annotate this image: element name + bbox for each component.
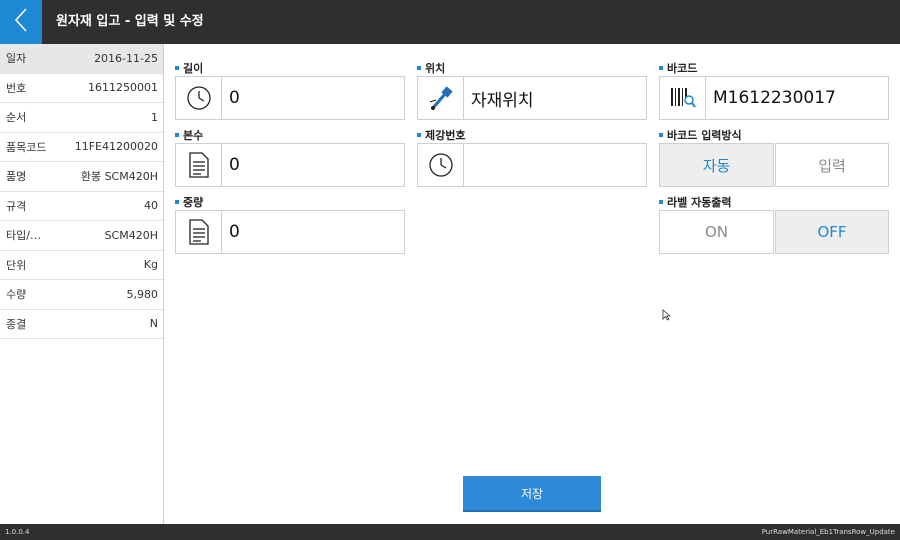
- clock-icon: [176, 77, 222, 119]
- label-print-off-button[interactable]: OFF: [775, 210, 889, 254]
- count-field[interactable]: 0: [175, 143, 405, 187]
- sidebar-value: N: [149, 317, 158, 331]
- steel-no-value: [464, 144, 646, 186]
- sidebar-value: 1: [151, 110, 158, 124]
- location-field[interactable]: 자재위치: [417, 76, 647, 120]
- sidebar-label: 규격: [6, 199, 27, 213]
- label-print-on-button[interactable]: ON: [659, 210, 774, 254]
- barcode-label-text: 바코드: [667, 62, 698, 75]
- sidebar-label: 순서: [6, 111, 27, 125]
- label-auto-print-label-text: 라벨 자동출력: [667, 196, 732, 209]
- page-title: 원자재 입고 - 입력 및 수정: [56, 14, 204, 29]
- sidebar-value: 2016-11-25: [94, 51, 158, 65]
- mouse-cursor-icon: [662, 306, 672, 325]
- label-auto-print-label: 라벨 자동출력: [659, 194, 732, 210]
- document-icon: [176, 211, 222, 253]
- location-label: 위치: [417, 60, 445, 76]
- sidebar-label: 품명: [6, 170, 27, 184]
- screen-id-text: PurRawMaterial_Eb1TransRow_Update: [761, 528, 895, 536]
- weight-label-text: 중량: [183, 196, 204, 209]
- clock-icon: [418, 144, 464, 186]
- sidebar-value: 환봉 SCM420H: [80, 170, 158, 184]
- location-label-text: 위치: [425, 62, 446, 75]
- barcode-mode-auto-button[interactable]: 자동: [659, 143, 774, 187]
- barcode-value: M1612230017: [713, 88, 836, 108]
- bullet-square-icon: [175, 133, 179, 137]
- count-label-text: 본수: [183, 129, 204, 142]
- sidebar-row-date: 일자 2016-11-25: [0, 44, 163, 74]
- bullet-square-icon: [659, 133, 663, 137]
- length-label-text: 길이: [183, 62, 204, 75]
- sidebar-row-type: 타입/… SCM420H: [0, 221, 163, 251]
- document-icon: [176, 144, 222, 186]
- entry-form: 길이 0 위치 자재위치 바코드 M1612230017 본수 0 제강번호 바…: [165, 44, 900, 524]
- weight-value: 0: [229, 222, 240, 242]
- bullet-square-icon: [175, 200, 179, 204]
- sidebar-label: 번호: [6, 81, 27, 95]
- bullet-square-icon: [659, 200, 663, 204]
- sidebar-label: 품목코드: [6, 140, 47, 154]
- sidebar-row-item-code: 품목코드 11FE41200020: [0, 133, 163, 162]
- drill-icon: [418, 77, 464, 119]
- length-field[interactable]: 0: [175, 76, 405, 120]
- sidebar-label: 단위: [6, 258, 27, 272]
- sidebar-value: 1611250001: [88, 81, 158, 95]
- sidebar-row-unit: 단위 Kg: [0, 251, 163, 280]
- sidebar-row-order: 순서 1: [0, 103, 163, 133]
- steel-no-field[interactable]: [417, 143, 647, 187]
- steel-no-label-text: 제강번호: [425, 129, 466, 142]
- sidebar-value: 5,980: [126, 287, 159, 301]
- sidebar-row-number: 번호 1611250001: [0, 74, 163, 103]
- back-button[interactable]: [0, 0, 42, 44]
- steel-no-label: 제강번호: [417, 127, 465, 143]
- location-value: 자재위치: [471, 90, 534, 111]
- sidebar-row-item-name: 품명 환봉 SCM420H: [0, 162, 163, 192]
- version-text: 1.0.0.4: [5, 528, 30, 536]
- sidebar-label: 종결: [6, 317, 27, 331]
- count-label: 본수: [175, 127, 203, 143]
- sidebar-label: 수량: [6, 288, 27, 302]
- sidebar-row-closed: 종결 N: [0, 310, 163, 339]
- save-button[interactable]: 저장: [463, 476, 601, 512]
- bullet-square-icon: [417, 66, 421, 70]
- sidebar-value: 11FE41200020: [74, 140, 158, 154]
- sidebar-row-spec: 규격 40: [0, 192, 163, 221]
- sidebar-value: SCM420H: [104, 228, 158, 242]
- length-value: 0: [229, 88, 240, 108]
- sidebar-row-quantity: 수량 5,980: [0, 280, 163, 310]
- chevron-left-icon: [14, 7, 28, 37]
- bullet-square-icon: [659, 66, 663, 70]
- barcode-mode-manual-button[interactable]: 입력: [775, 143, 889, 187]
- barcode-scan-icon: [660, 77, 706, 119]
- sidebar-label: 일자: [6, 52, 27, 66]
- bullet-square-icon: [175, 66, 179, 70]
- sidebar-value: 40: [144, 199, 158, 213]
- item-detail-sidebar: 일자 2016-11-25 번호 1611250001 순서 1 품목코드 11…: [0, 44, 164, 524]
- weight-field[interactable]: 0: [175, 210, 405, 254]
- header-bar: 원자재 입고 - 입력 및 수정: [0, 0, 900, 44]
- barcode-label: 바코드: [659, 60, 697, 76]
- barcode-mode-label-text: 바코드 입력방식: [667, 129, 742, 142]
- count-value: 0: [229, 155, 240, 175]
- barcode-field[interactable]: M1612230017: [659, 76, 889, 120]
- weight-label: 중량: [175, 194, 203, 210]
- sidebar-label: 타입/…: [6, 229, 41, 243]
- length-label: 길이: [175, 60, 203, 76]
- barcode-mode-label: 바코드 입력방식: [659, 127, 742, 143]
- status-bar: 1.0.0.4 PurRawMaterial_Eb1TransRow_Updat…: [0, 524, 900, 540]
- bullet-square-icon: [417, 133, 421, 137]
- sidebar-value: Kg: [143, 258, 158, 272]
